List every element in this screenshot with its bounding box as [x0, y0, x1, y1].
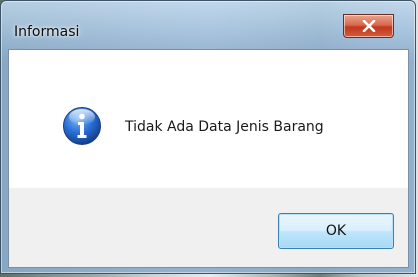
window-title: Informasi: [14, 24, 80, 40]
close-button[interactable]: [343, 14, 394, 38]
information-icon: [62, 106, 102, 146]
title-bar[interactable]: Informasi: [1, 1, 415, 49]
ok-button-label: OK: [325, 223, 347, 239]
message-area: Tidak Ada Data Jenis Barang: [9, 50, 408, 188]
message-text: Tidak Ada Data Jenis Barang: [125, 119, 324, 135]
dialog-body: Tidak Ada Data Jenis Barang OK: [8, 49, 409, 268]
message-dialog: Informasi Tidak Ada Data Jenis Barang OK: [0, 0, 416, 274]
ok-button[interactable]: OK: [278, 213, 394, 249]
close-icon: [362, 20, 376, 32]
